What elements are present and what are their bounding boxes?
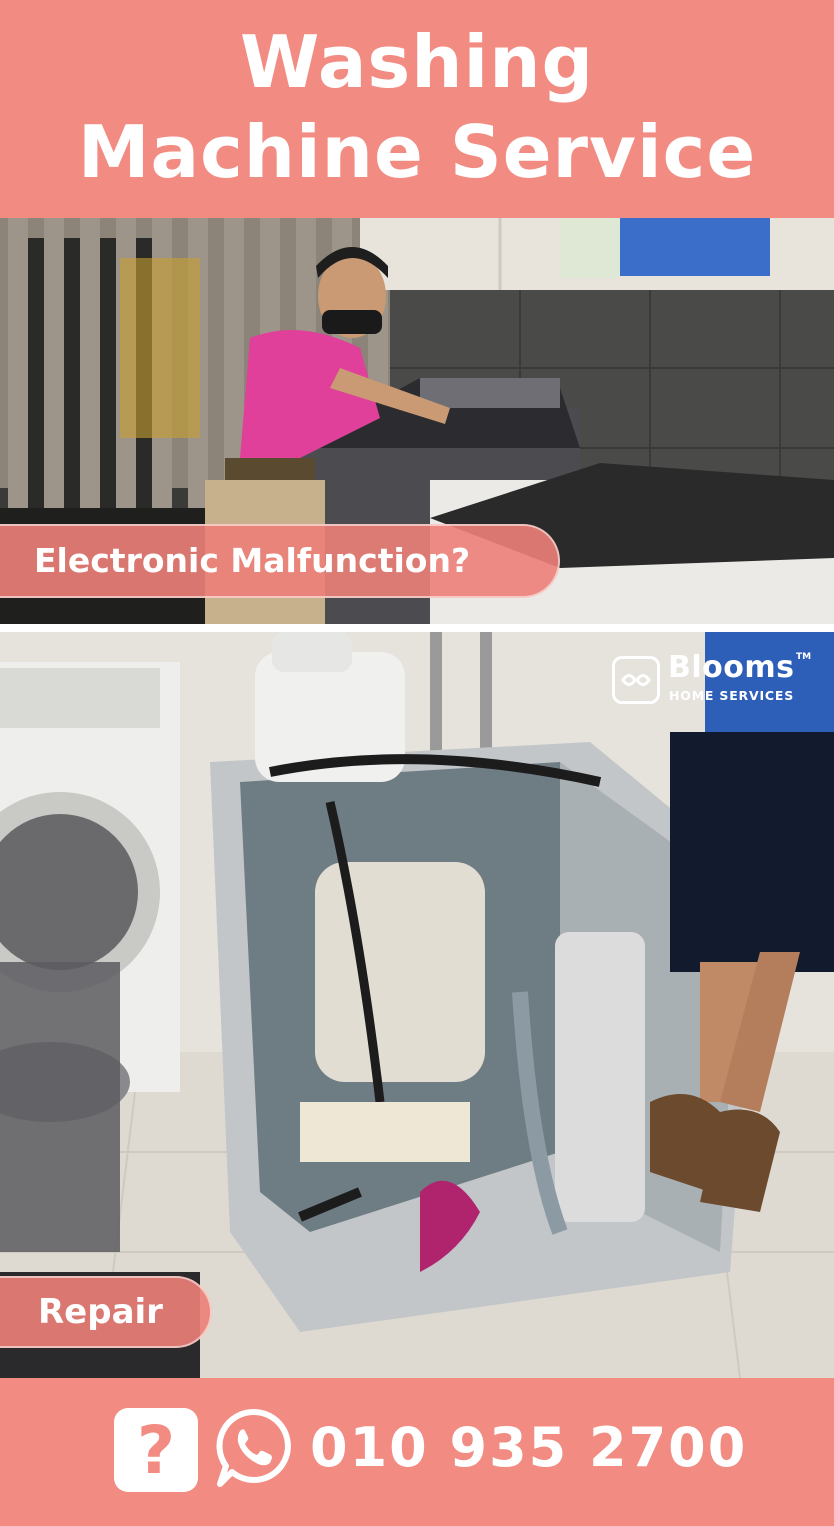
blooms-logo: Blooms TM HOME SERVICES [612, 650, 812, 710]
header-banner: Washing Machine Service [0, 0, 834, 218]
title-line-2: Machine Service [77, 110, 757, 194]
logo-name: Blooms [668, 650, 795, 685]
question-mark-glyph: ? [136, 1412, 176, 1489]
service-poster: Washing Machine Service Electronic Malfu… [0, 0, 834, 1526]
photo-divider [0, 624, 834, 632]
caption-electronic-malfunction: Electronic Malfunction? [0, 524, 560, 598]
whatsapp-icon[interactable] [214, 1406, 294, 1490]
logo-subtitle: HOME SERVICES [669, 688, 795, 703]
caption-repair: Repair [0, 1276, 212, 1348]
leaf-icon [612, 656, 660, 704]
repair-photo [0, 632, 834, 1378]
repair-photo-illustration [0, 632, 834, 1378]
contact-footer: ? 010 935 2700 [0, 1378, 834, 1526]
logo-trademark: TM [796, 652, 812, 662]
title-line-1: Washing [239, 20, 595, 104]
phone-number[interactable]: 010 935 2700 [310, 1416, 747, 1480]
question-mark-icon[interactable]: ? [114, 1408, 198, 1492]
